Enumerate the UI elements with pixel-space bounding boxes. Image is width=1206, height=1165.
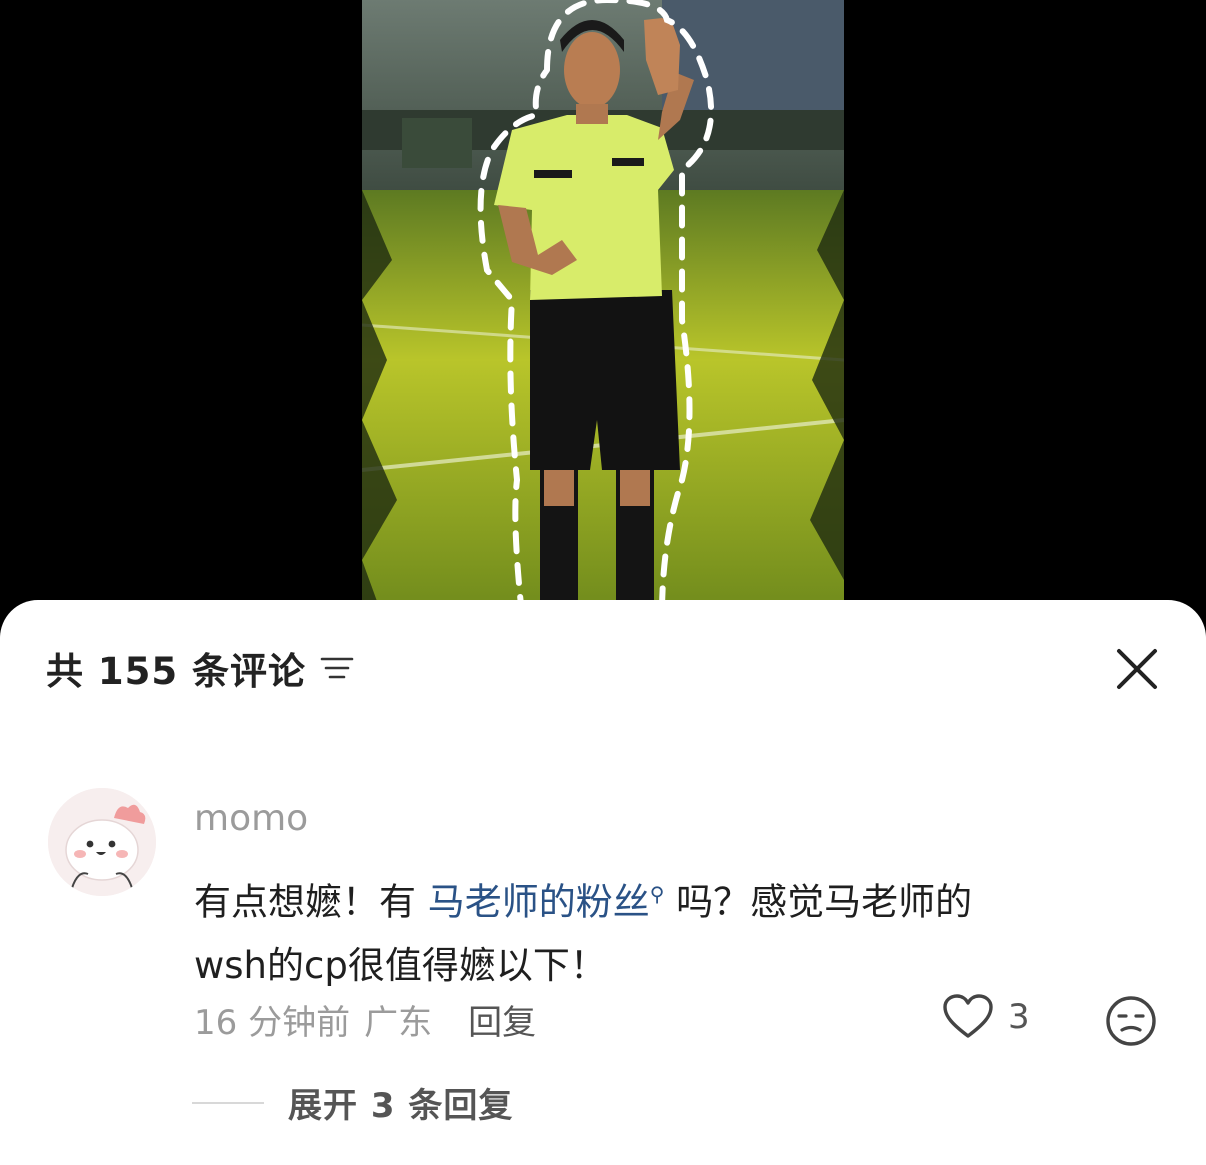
meh-face-icon [1106, 996, 1156, 1046]
expand-replies-label: 展开 3 条回复 [288, 1086, 514, 1126]
comment-time: 16 分钟前 [194, 1003, 351, 1043]
close-button[interactable] [1112, 644, 1162, 694]
avatar-image [48, 788, 156, 896]
like-button[interactable]: 3 [942, 994, 1030, 1040]
comment-text-part: 有点想嬷！有 [194, 880, 428, 924]
expand-replies-button[interactable]: 展开 3 条回复 [192, 1078, 513, 1127]
video-frame [362, 0, 844, 615]
comment-text-part: 吗？感觉马老师的 [664, 880, 973, 924]
comment-text-part: wsh的cp很值得嬷以下！ [194, 944, 607, 988]
comment-username[interactable]: momo [194, 798, 308, 839]
mention-link[interactable]: 马老师的粉丝 [428, 880, 650, 923]
divider-line [192, 1101, 264, 1104]
close-icon [1117, 649, 1157, 689]
comment-text: 有点想嬷！有 马老师的粉丝⚲ 吗？感觉马老师的 wsh的cp很值得嬷以下！ [194, 862, 1114, 998]
sheet-header: 共 155 条评论 [46, 644, 354, 693]
sort-lines-icon[interactable] [320, 653, 354, 683]
like-count: 3 [1008, 997, 1030, 1037]
heart-outline-icon [943, 994, 993, 1038]
referee-video-still [362, 0, 844, 615]
dislike-button[interactable] [1104, 994, 1158, 1048]
video-player[interactable] [0, 0, 1206, 615]
comment-sheet: 共 155 条评论 momo 有点想嬷！有 马老师的粉丝⚲ 吗？感觉马老师的 w… [0, 600, 1206, 1165]
search-icon: ⚲ [649, 882, 665, 906]
comment-count-title: 共 155 条评论 [46, 650, 306, 693]
avatar[interactable] [48, 788, 156, 896]
comment-meta: 16 分钟前 广东 回复 [194, 995, 536, 1044]
comment-location: 广东 [364, 1003, 433, 1043]
reply-button[interactable]: 回复 [468, 995, 536, 1044]
